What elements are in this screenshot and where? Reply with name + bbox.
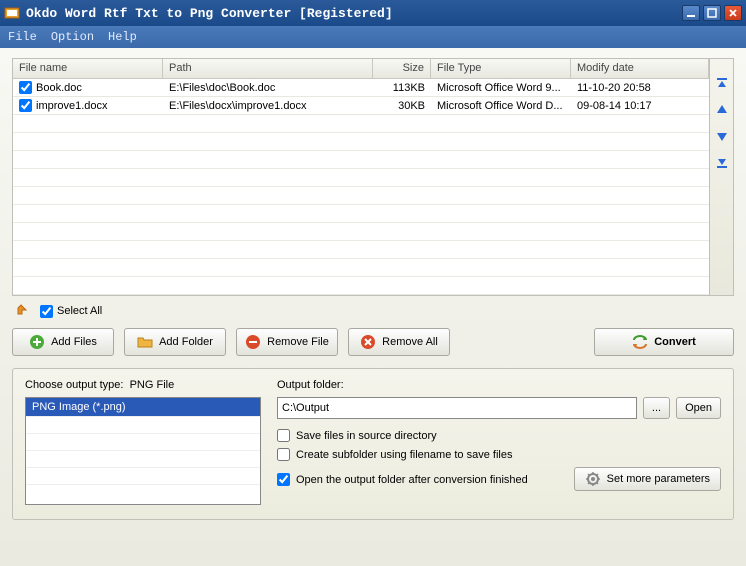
open-after-checkbox[interactable]: Open the output folder after conversion … — [277, 473, 528, 486]
title-bar: Okdo Word Rtf Txt to Png Converter [Regi… — [0, 0, 746, 26]
move-top-icon[interactable] — [715, 77, 729, 91]
remove-icon — [245, 334, 261, 350]
move-down-icon[interactable] — [715, 129, 729, 143]
remove-all-icon — [360, 334, 376, 350]
column-header-name[interactable]: File name — [13, 59, 163, 78]
move-bottom-icon[interactable] — [715, 155, 729, 169]
output-settings-panel: Choose output type: PNG File PNG Image (… — [12, 368, 734, 520]
add-files-button[interactable]: Add Files — [12, 328, 114, 356]
remove-file-button[interactable]: Remove File — [236, 328, 338, 356]
menu-file[interactable]: File — [8, 30, 37, 44]
move-up-icon[interactable] — [715, 103, 729, 117]
folder-icon — [137, 334, 153, 350]
window-title: Okdo Word Rtf Txt to Png Converter [Regi… — [26, 6, 679, 21]
table-row[interactable]: improve1.docx E:\Files\docx\improve1.doc… — [13, 97, 709, 115]
minimize-button[interactable] — [682, 5, 700, 21]
main-panel: File name Path Size File Type Modify dat… — [0, 48, 746, 566]
menu-bar: File Option Help — [0, 26, 746, 48]
select-all-checkbox[interactable]: Select All — [40, 305, 102, 318]
save-source-checkbox[interactable]: Save files in source directory — [277, 429, 721, 442]
add-icon — [29, 334, 45, 350]
row-checkbox[interactable] — [19, 81, 32, 94]
menu-help[interactable]: Help — [108, 30, 137, 44]
file-list-panel: File name Path Size File Type Modify dat… — [12, 58, 734, 296]
remove-all-button[interactable]: Remove All — [348, 328, 450, 356]
set-more-parameters-button[interactable]: Set more parameters — [574, 467, 721, 491]
output-type-list[interactable]: PNG Image (*.png) — [25, 397, 261, 505]
create-subfolder-checkbox[interactable]: Create subfolder using filename to save … — [277, 448, 721, 461]
select-all-row: Select All — [16, 304, 730, 318]
reorder-controls — [709, 59, 733, 295]
column-header-type[interactable]: File Type — [431, 59, 571, 78]
column-header-path[interactable]: Path — [163, 59, 373, 78]
browse-button[interactable]: ... — [643, 397, 670, 419]
menu-option[interactable]: Option — [51, 30, 94, 44]
select-all-label: Select All — [57, 305, 102, 317]
convert-icon — [632, 334, 648, 350]
output-folder-input[interactable] — [277, 397, 637, 419]
output-folder-label: Output folder: — [277, 379, 721, 391]
column-header-date[interactable]: Modify date — [571, 59, 709, 78]
toolbar: Add Files Add Folder Remove File Remove … — [12, 328, 734, 356]
app-icon — [4, 5, 20, 21]
gear-icon — [585, 471, 601, 487]
convert-button[interactable]: Convert — [594, 328, 734, 356]
close-button[interactable] — [724, 5, 742, 21]
column-header-size[interactable]: Size — [373, 59, 431, 78]
row-checkbox[interactable] — [19, 99, 32, 112]
add-folder-button[interactable]: Add Folder — [124, 328, 226, 356]
up-arrow-icon[interactable] — [16, 304, 30, 318]
open-folder-button[interactable]: Open — [676, 397, 721, 419]
output-type-label: Choose output type: PNG File — [25, 379, 261, 391]
file-list-header: File name Path Size File Type Modify dat… — [13, 59, 709, 79]
list-item[interactable]: PNG Image (*.png) — [26, 398, 260, 416]
table-row[interactable]: Book.doc E:\Files\doc\Book.doc 113KB Mic… — [13, 79, 709, 97]
maximize-button[interactable] — [703, 5, 721, 21]
